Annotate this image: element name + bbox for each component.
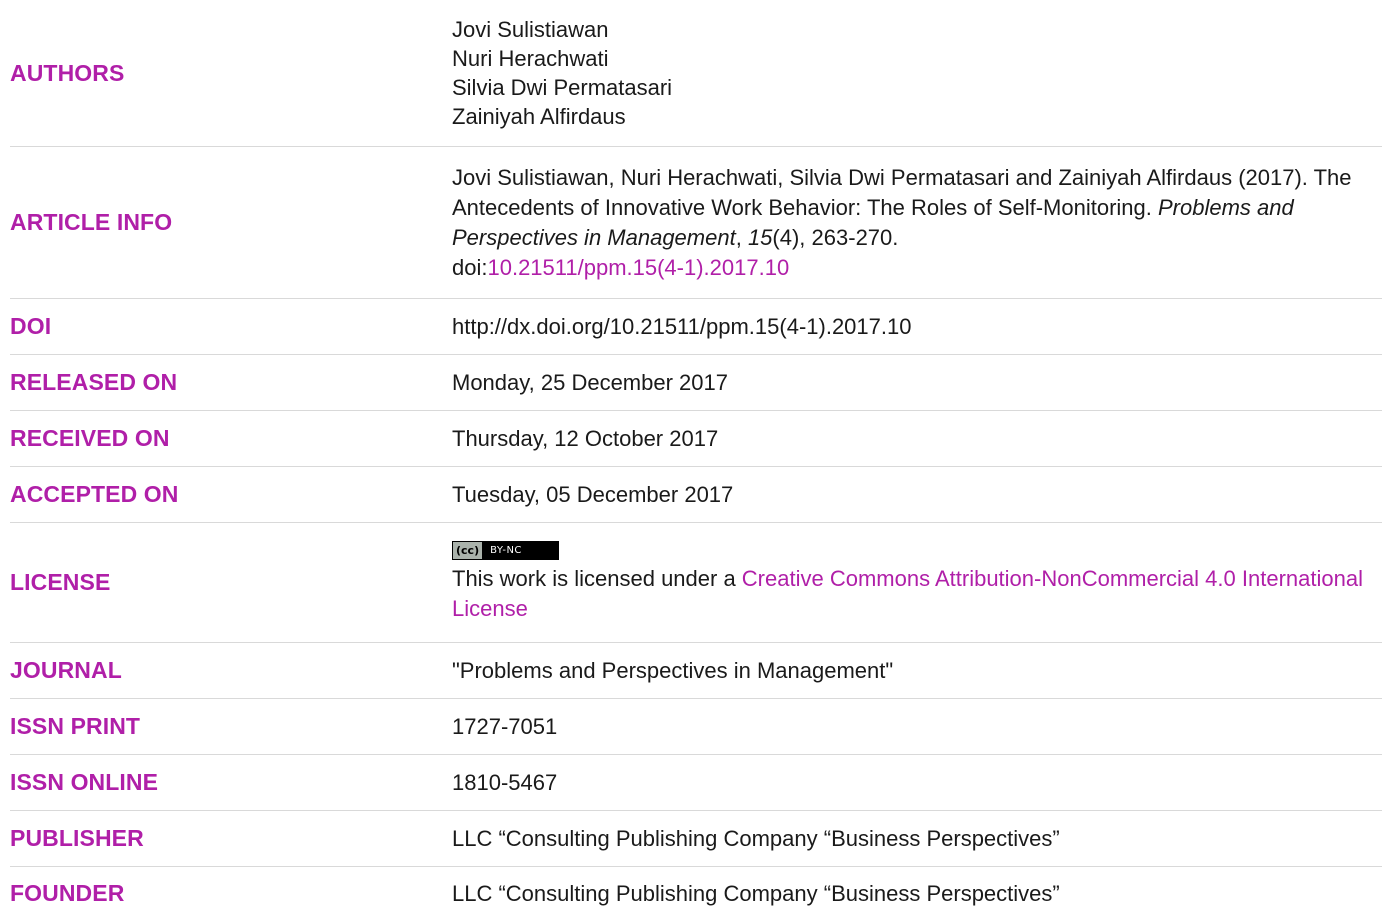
author-name: Silvia Dwi Permatasari <box>452 75 673 100</box>
accepted-on-label: ACCEPTED ON <box>10 481 179 507</box>
citation-doi-prefix: doi: <box>452 254 488 280</box>
row-article-info: ARTICLE INFO Jovi Sulistiawan, Nuri Hera… <box>10 147 1382 299</box>
founder-label: FOUNDER <box>10 880 125 906</box>
row-received-on: RECEIVED ON Thursday, 12 October 2017 <box>10 411 1382 467</box>
cc-license-badge[interactable]: (cc) BY-NC <box>452 541 1382 564</box>
row-released-on: RELEASED ON Monday, 25 December 2017 <box>10 355 1382 411</box>
cc-icon: (cc) <box>453 542 483 559</box>
citation-comma: , <box>735 224 748 250</box>
authors-label: AUTHORS <box>10 59 125 86</box>
released-on-label: RELEASED ON <box>10 369 178 395</box>
issn-online-value: 1810-5467 <box>452 770 558 795</box>
received-on-label: RECEIVED ON <box>10 425 170 451</box>
row-doi: DOI http://dx.doi.org/10.21511/ppm.15(4-… <box>10 299 1382 355</box>
article-citation: Jovi Sulistiawan, Nuri Herachwati, Silvi… <box>452 163 1382 283</box>
accepted-on-value: Tuesday, 05 December 2017 <box>452 482 734 507</box>
authors-list: Jovi Sulistiawan Nuri Herachwati Silvia … <box>452 15 1382 131</box>
received-on-value: Thursday, 12 October 2017 <box>452 426 719 451</box>
row-authors: AUTHORS Jovi Sulistiawan Nuri Herachwati… <box>10 0 1382 147</box>
row-license: LICENSE (cc) BY-NC This work is licensed… <box>10 523 1382 643</box>
license-label: LICENSE <box>10 569 111 595</box>
row-issn-online: ISSN ONLINE 1810-5467 <box>10 755 1382 811</box>
publisher-value: LLC “Consulting Publishing Company “Busi… <box>452 826 1060 851</box>
row-journal: JOURNAL "Problems and Perspectives in Ma… <box>10 643 1382 699</box>
row-founder: FOUNDER LLC “Consulting Publishing Compa… <box>10 867 1382 920</box>
issn-online-label: ISSN ONLINE <box>10 769 159 795</box>
issn-print-value: 1727-7051 <box>452 714 558 739</box>
citation-doi-link[interactable]: 10.21511/ppm.15(4-1).2017.10 <box>487 255 789 280</box>
issn-print-label: ISSN PRINT <box>10 713 141 739</box>
row-publisher: PUBLISHER LLC “Consulting Publishing Com… <box>10 811 1382 867</box>
author-name: Zainiyah Alfirdaus <box>452 104 626 129</box>
article-metadata-table: AUTHORS Jovi Sulistiawan Nuri Herachwati… <box>10 0 1382 920</box>
released-on-value: Monday, 25 December 2017 <box>452 370 728 395</box>
journal-label: JOURNAL <box>10 657 122 683</box>
journal-value: "Problems and Perspectives in Management… <box>452 658 894 683</box>
citation-volume: 15 <box>747 224 773 250</box>
row-issn-print: ISSN PRINT 1727-7051 <box>10 699 1382 755</box>
doi-label: DOI <box>10 313 52 339</box>
row-accepted-on: ACCEPTED ON Tuesday, 05 December 2017 <box>10 467 1382 523</box>
founder-value: LLC “Consulting Publishing Company “Busi… <box>452 881 1060 906</box>
article-info-label: ARTICLE INFO <box>10 209 173 235</box>
doi-value: http://dx.doi.org/10.21511/ppm.15(4-1).2… <box>452 314 912 339</box>
author-name: Jovi Sulistiawan <box>452 17 609 42</box>
publisher-label: PUBLISHER <box>10 825 144 851</box>
citation-issue-pages: (4), 263-270. <box>772 224 899 250</box>
license-text: This work is licensed under a <box>452 566 742 591</box>
license-value: (cc) BY-NC This work is licensed under a… <box>452 541 1382 624</box>
author-name: Nuri Herachwati <box>452 46 609 71</box>
by-nc-icon: BY-NC <box>490 544 522 556</box>
